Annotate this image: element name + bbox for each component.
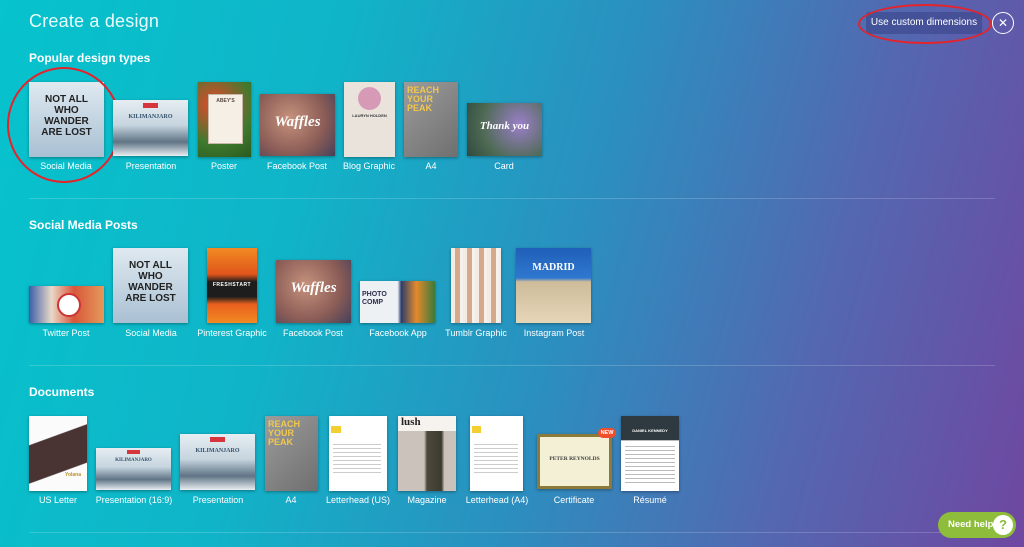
design-type-label: Facebook App	[369, 328, 427, 338]
design-type-label: Letterhead (US)	[325, 495, 391, 505]
thumbnail-text: KILIMANJARO	[128, 114, 173, 120]
design-type-label: Letterhead (A4)	[465, 495, 529, 505]
thumbnail-text: MADRID	[532, 262, 575, 273]
section-divider	[29, 532, 995, 533]
thumbnail-blog-graphic: LAURYN HOLDEN	[344, 82, 395, 157]
thumbnail-text: PETER REYNOLDS	[549, 456, 600, 462]
thumbnail-a4: REACH YOUR PEAK	[265, 416, 318, 491]
section-title-social-media-posts: Social Media Posts	[29, 218, 138, 232]
thumbnail-instagram-post: MADRID	[516, 248, 591, 323]
design-type-label: Presentation	[125, 161, 177, 171]
design-type-label: Blog Graphic	[342, 161, 396, 171]
design-type-label: A4	[285, 495, 297, 505]
thumbnail-text: FRESHSTART	[212, 282, 252, 288]
thumbnail-us-letter: Yolana	[29, 416, 87, 491]
thumbnail-text: KILIMANJARO	[115, 458, 152, 463]
design-type-label: Certificate	[553, 495, 595, 505]
thumbnail-a4: REACH YOUR PEAK	[404, 82, 458, 157]
thumbnail-twitter-post	[29, 286, 104, 323]
new-badge: NEW	[598, 428, 616, 438]
design-type-label: Résumé	[633, 495, 667, 505]
thumbnail-text: REACH YOUR PEAK	[407, 85, 440, 113]
thumbnail-text: Thank you	[479, 120, 530, 132]
design-type-label: Presentation (16:9)	[95, 495, 173, 505]
thumbnail-social-media: NOT ALL WHO WANDER ARE LOST	[113, 248, 188, 323]
design-type-label: US Letter	[38, 495, 78, 505]
section-divider	[29, 198, 995, 199]
use-custom-dimensions-button[interactable]: Use custom dimensions	[866, 12, 982, 34]
thumbnail-facebook-app: PHOTO COMP	[360, 281, 435, 323]
section-title-popular: Popular design types	[29, 51, 151, 65]
section-divider	[29, 365, 995, 366]
design-type-label: Card	[494, 161, 514, 171]
thumbnail-letterhead-us	[329, 416, 387, 491]
thumbnail-text: REACH YOUR PEAK	[268, 419, 301, 447]
thumbnail-text: Waffles	[290, 280, 337, 296]
thumbnail-pinterest-graphic: FRESHSTART	[207, 248, 257, 323]
thumbnail-presentation-16-9: KILIMANJARO	[96, 448, 171, 490]
thumbnail-poster: ABEY'S	[198, 82, 251, 157]
page-title: Create a design	[29, 11, 160, 31]
design-type-label: Magazine	[407, 495, 447, 505]
design-type-label: Instagram Post	[523, 328, 585, 338]
thumbnail-text: DANIEL KENNEDY	[632, 428, 668, 433]
thumbnail-text: ABEY'S	[216, 98, 235, 104]
design-type-label: Facebook Post	[282, 328, 344, 338]
close-button[interactable]: ✕	[992, 12, 1014, 34]
section-title-documents: Documents	[29, 385, 95, 399]
thumbnail-text: NOT ALL WHO WANDER ARE LOST	[41, 94, 92, 138]
thumbnail-tumblr-graphic	[451, 248, 501, 323]
thumbnail-letterhead-a4	[470, 416, 523, 491]
thumbnail-facebook-post: Waffles	[276, 260, 351, 323]
design-type-label: Tumblr Graphic	[445, 328, 507, 338]
thumbnail-card: Thank you	[467, 103, 542, 156]
thumbnail-text: lush	[401, 416, 421, 428]
thumbnail-text: PHOTO COMP	[362, 291, 387, 306]
design-type-label: Twitter Post	[42, 328, 90, 338]
design-type-label: Social Media	[125, 328, 177, 338]
thumbnail-text: LAURYN HOLDEN	[352, 113, 387, 118]
thumbnail-text: KILIMANJARO	[195, 448, 240, 454]
thumbnail-presentation: KILIMANJARO	[180, 434, 255, 490]
need-help-label: Need help	[948, 519, 994, 530]
design-type-label: A4	[425, 161, 437, 171]
question-icon: ?	[993, 515, 1013, 535]
design-type-label: Pinterest Graphic	[197, 328, 267, 338]
thumbnail-social-media: NOT ALL WHO WANDER ARE LOST	[29, 82, 104, 157]
need-help-button[interactable]: Need help ?	[938, 512, 1016, 538]
design-type-label: Presentation	[192, 495, 244, 505]
thumbnail-resume: DANIEL KENNEDY	[621, 416, 679, 491]
thumbnail-facebook-post: Waffles	[260, 94, 335, 156]
thumbnail-text: Waffles	[274, 114, 321, 130]
close-icon: ✕	[997, 16, 1009, 30]
thumbnail-presentation: KILIMANJARO	[113, 100, 188, 156]
design-type-label: Facebook Post	[266, 161, 328, 171]
thumbnail-certificate: PETER REYNOLDS	[537, 434, 612, 489]
thumbnail-magazine: lush	[398, 416, 456, 491]
design-type-label: Social Media	[40, 161, 92, 171]
thumbnail-text: NOT ALL WHO WANDER ARE LOST	[125, 260, 176, 304]
thumbnail-text: Yolana	[64, 472, 82, 478]
design-type-label: Poster	[210, 161, 238, 171]
